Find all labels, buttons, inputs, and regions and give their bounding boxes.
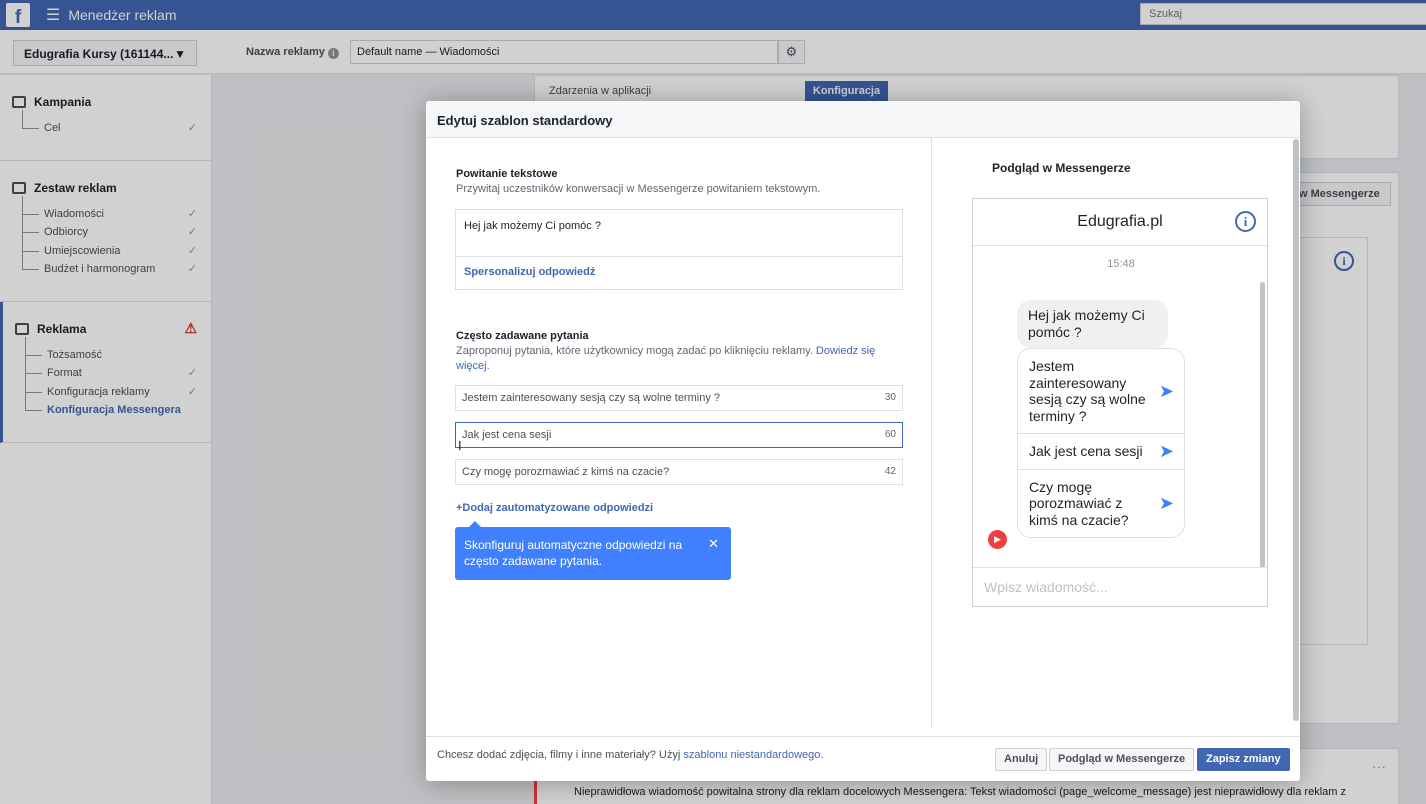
- modal-title: Edytuj szablon standardowy: [426, 101, 1300, 138]
- add-automated-replies-link[interactable]: +Dodaj zautomatyzowane odpowiedzi: [456, 502, 653, 514]
- char-count: 30: [884, 392, 896, 403]
- cancel-button[interactable]: Anuluj: [995, 748, 1048, 771]
- page-avatar-icon: ▶: [988, 530, 1007, 549]
- custom-template-link[interactable]: szablonu niestandardowego: [683, 749, 820, 761]
- quick-replies: Jestem zainteresowany sesją czy są wolne…: [1017, 348, 1185, 538]
- automated-replies-tooltip: Skonfiguruj automatyczne odpowiedzi na c…: [455, 521, 731, 580]
- template-editor-pane: Powitanie tekstowe Przywitaj uczestników…: [426, 138, 932, 728]
- send-icon: ➤: [1158, 441, 1174, 461]
- modal-footer: Chcesz dodać zdjęcia, filmy i inne mater…: [426, 736, 1300, 781]
- messenger-header: Edugrafia.pl i: [973, 199, 1267, 246]
- personalize-reply-link[interactable]: Spersonalizuj odpowiedź: [456, 257, 902, 287]
- custom-template-hint: Chcesz dodać zdjęcia, filmy i inne mater…: [437, 749, 824, 761]
- preview-scrollbar[interactable]: [1260, 282, 1265, 568]
- messenger-preview-button[interactable]: Podgląd w Messengerze: [1049, 748, 1195, 771]
- faq-section-title: Często zadawane pytania: [456, 330, 589, 342]
- tooltip-text: Skonfiguruj automatyczne odpowiedzi na c…: [464, 538, 683, 568]
- modal-scrollbar[interactable]: [1293, 139, 1299, 721]
- faq-question-input[interactable]: Czy mogę porozmawiać z kimś na czacie? 42: [455, 459, 903, 485]
- quick-reply[interactable]: Czy mogę porozmawiać z kimś na czacie? ➤: [1018, 470, 1184, 538]
- send-icon: ➤: [1158, 493, 1174, 513]
- preview-title: Podgląd w Messengerze: [992, 161, 1131, 175]
- page-name: Edugrafia.pl: [1077, 213, 1163, 230]
- char-count: 42: [884, 466, 896, 477]
- welcome-bubble: Hej jak możemy Ci pomóc ?: [1017, 300, 1168, 348]
- faq-section-subtitle: Zaproponuj pytania, które użytkownicy mo…: [456, 345, 876, 372]
- messenger-preview: Edugrafia.pl i 15:48 Hej jak możemy Ci p…: [972, 198, 1268, 607]
- quick-reply[interactable]: Jak jest cena sesji ➤: [1018, 434, 1184, 470]
- info-icon[interactable]: i: [1235, 211, 1256, 232]
- welcome-message-box: Hej jak możemy Ci pomóc ? Spersonalizuj …: [455, 209, 903, 290]
- welcome-message-input[interactable]: Hej jak możemy Ci pomóc ?: [456, 210, 902, 257]
- welcome-section-subtitle: Przywitaj uczestników konwersacji w Mess…: [456, 183, 821, 195]
- edit-template-modal: Edytuj szablon standardowy Powitanie tek…: [426, 101, 1300, 781]
- text-cursor-icon: I: [458, 438, 462, 453]
- welcome-section-title: Powitanie tekstowe: [456, 168, 558, 180]
- save-changes-button[interactable]: Zapisz zmiany: [1197, 748, 1290, 771]
- send-icon: ➤: [1158, 380, 1174, 401]
- message-time: 15:48: [1107, 258, 1135, 270]
- quick-reply[interactable]: Jestem zainteresowany sesją czy są wolne…: [1018, 349, 1184, 434]
- char-count: 60: [884, 429, 896, 440]
- faq-question-input[interactable]: Jak jest cena sesji 60: [455, 422, 903, 448]
- close-icon[interactable]: ✕: [708, 536, 719, 552]
- message-input: Wpisz wiadomość...: [973, 567, 1267, 606]
- faq-question-input[interactable]: Jestem zainteresowany sesją czy są wolne…: [455, 385, 903, 411]
